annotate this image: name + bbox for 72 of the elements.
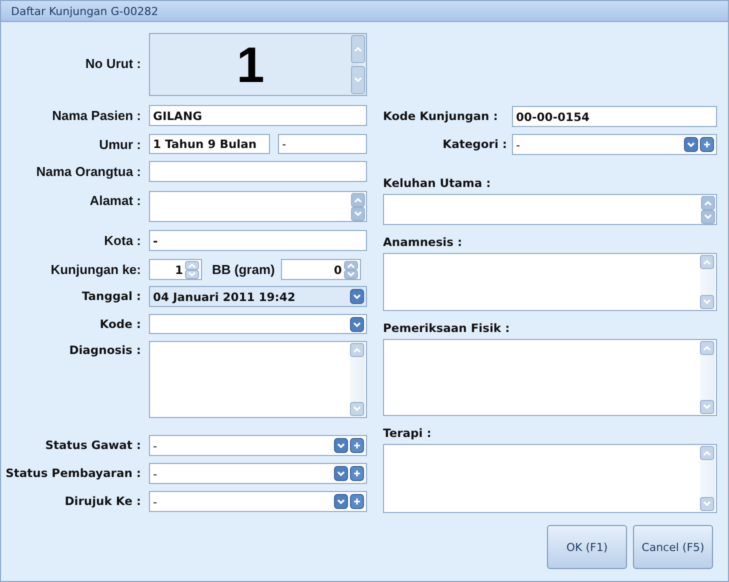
text-field[interactable]: -: [278, 134, 367, 154]
text-field[interactable]: 1 Tahun 9 Bulan: [149, 134, 270, 154]
dropdown-icon[interactable]: [334, 494, 348, 509]
cancel-button[interactable]: Cancel (F5): [633, 525, 713, 569]
dropdown[interactable]: -: [149, 463, 367, 484]
field-label: Dirujuk Ke :: [64, 494, 141, 508]
text-area[interactable]: [149, 341, 367, 418]
text-area[interactable]: [149, 191, 367, 222]
scroll-down-icon[interactable]: [351, 66, 365, 94]
window-title: Daftar Kunjungan G-00282: [11, 4, 158, 18]
number-spinner[interactable]: 1: [149, 259, 202, 280]
scroll-up-icon[interactable]: [185, 260, 199, 270]
scroll-up-icon[interactable]: [700, 446, 714, 460]
scroll-down-icon[interactable]: [700, 400, 714, 414]
field-label: Pemeriksaan Fisik :: [383, 321, 510, 335]
field-label: Diagnosis :: [69, 343, 141, 357]
text-area[interactable]: [383, 253, 717, 311]
scroll-down-icon[interactable]: [185, 270, 199, 278]
field-label: Status Gawat :: [45, 438, 141, 452]
field-label: Alamat :: [90, 193, 141, 208]
field-label: Kota :: [104, 233, 141, 248]
field-label: No Urut :: [85, 56, 141, 71]
dropdown-icon[interactable]: [334, 438, 348, 453]
dropdown[interactable]: -: [149, 435, 367, 456]
dropdown-icon[interactable]: [350, 316, 364, 332]
text-field[interactable]: 00-00-0154: [512, 106, 717, 127]
dropdown[interactable]: -: [512, 134, 717, 155]
field-label: Nama Orangtua :: [36, 164, 141, 179]
dropdown-icon[interactable]: [350, 289, 364, 304]
text-field[interactable]: -: [149, 230, 367, 251]
dropdown[interactable]: -: [149, 491, 367, 512]
date-picker[interactable]: 04 Januari 2011 19:42: [149, 286, 367, 307]
field-label: Umur :: [99, 137, 141, 152]
text-area[interactable]: [383, 194, 717, 225]
text-field[interactable]: GILANG: [149, 105, 367, 126]
scroll-down-icon[interactable]: [701, 210, 715, 224]
field-label: Status Pembayaran :: [6, 466, 141, 480]
dropdown[interactable]: [149, 314, 367, 334]
scroll-down-icon[interactable]: [344, 270, 358, 278]
field-label: Keluhan Utama :: [383, 176, 491, 190]
scroll-down-icon[interactable]: [700, 295, 714, 309]
ok-button[interactable]: OK (F1): [547, 525, 627, 569]
text-area[interactable]: [383, 339, 717, 416]
scroll-up-icon[interactable]: [700, 255, 714, 269]
scroll-up-icon[interactable]: [351, 35, 365, 63]
text-field[interactable]: [149, 161, 367, 182]
scroll-down-icon[interactable]: [700, 497, 714, 511]
field-label: Kode :: [100, 317, 141, 331]
scroll-up-icon[interactable]: [344, 260, 358, 270]
field-label: Kode Kunjungan :: [383, 109, 498, 123]
scroll-down-icon[interactable]: [350, 402, 364, 416]
add-icon[interactable]: [350, 466, 364, 481]
scroll-down-icon[interactable]: [351, 207, 365, 221]
add-icon[interactable]: [700, 137, 714, 152]
scroll-up-icon[interactable]: [700, 341, 714, 355]
text-area[interactable]: [383, 444, 717, 513]
field-label: BB (gram): [212, 262, 275, 277]
field-label: Kategori :: [442, 137, 507, 151]
field-label: Terapi :: [383, 426, 432, 440]
field-label: Nama Pasien :: [52, 108, 141, 123]
dropdown-icon[interactable]: [684, 137, 698, 152]
scroll-up-icon[interactable]: [351, 193, 365, 207]
scroll-up-icon[interactable]: [350, 343, 364, 357]
field-label: Tanggal :: [82, 289, 141, 303]
field-label: Anamnesis :: [383, 235, 462, 249]
number-spinner[interactable]: 0: [280, 259, 361, 280]
number-field[interactable]: 1: [149, 33, 367, 96]
add-icon[interactable]: [350, 494, 364, 509]
dropdown-icon[interactable]: [334, 466, 348, 481]
add-icon[interactable]: [350, 438, 364, 453]
field-label: Kunjungan ke:: [50, 262, 141, 277]
scroll-up-icon[interactable]: [701, 196, 715, 210]
